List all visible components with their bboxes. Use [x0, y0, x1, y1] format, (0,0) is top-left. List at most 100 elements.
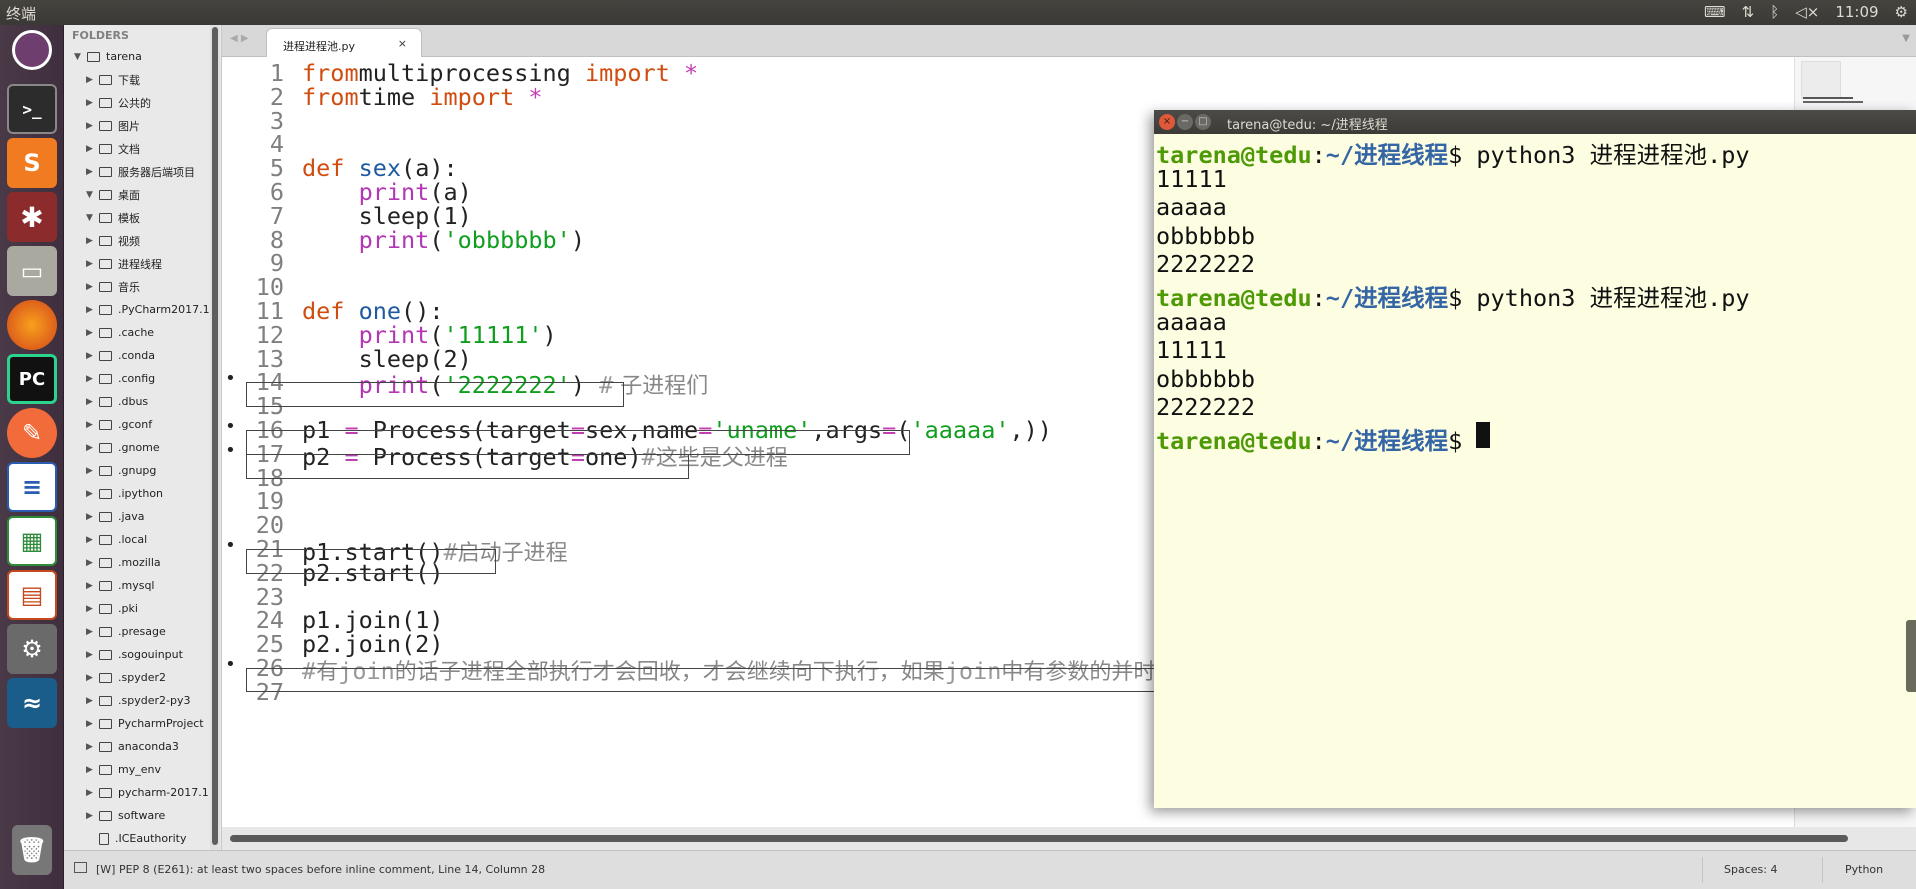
chevron-down-icon[interactable]: ▼ [86, 213, 97, 223]
sidebar-item[interactable]: ▶ PycharmProject [64, 712, 221, 735]
sidebar-item[interactable]: ▼ 桌面 [64, 183, 221, 206]
chevron-right-icon[interactable]: ▶ [86, 696, 97, 706]
horizontal-scroll-thumb[interactable] [230, 835, 1848, 842]
chevron-right-icon[interactable]: ▶ [86, 259, 97, 269]
sidebar-item[interactable]: ▶ .sogouinput [64, 643, 221, 666]
tab-nav-arrows[interactable]: ◀ ▶ [230, 33, 249, 44]
sublime-text-icon[interactable]: S [7, 138, 57, 188]
sidebar-item[interactable]: ▶ .java [64, 505, 221, 528]
chevron-right-icon[interactable]: ▶ [86, 443, 97, 453]
sidebar-item[interactable]: ▼ 模板 [64, 206, 221, 229]
volume-icon[interactable]: ◁× [1795, 3, 1819, 21]
chevron-right-icon[interactable]: ▶ [86, 489, 97, 499]
terminal-icon[interactable]: >_ [7, 84, 57, 134]
minimize-window-icon[interactable]: − [1177, 114, 1193, 130]
sidebar-item[interactable]: ▶ .dbus [64, 390, 221, 413]
panel-toggle-icon[interactable] [74, 862, 87, 873]
chevron-right-icon[interactable]: ▶ [86, 604, 97, 614]
maximize-window-icon[interactable]: □ [1195, 114, 1211, 130]
sidebar-item[interactable]: ▶ .gnupg [64, 459, 221, 482]
chevron-down-icon[interactable]: ▼ [86, 190, 97, 200]
sidebar-item[interactable]: ▶ 下载 [64, 68, 221, 91]
chevron-right-icon[interactable]: ▶ [86, 420, 97, 430]
files-icon[interactable]: ▭ [7, 246, 57, 296]
mysql-workbench-icon[interactable]: ≈ [7, 678, 57, 728]
firefox-icon[interactable] [7, 300, 57, 350]
sidebar-item[interactable]: ▶ anaconda3 [64, 735, 221, 758]
chevron-right-icon[interactable]: ▶ [86, 167, 97, 177]
chevron-down-icon[interactable]: ▼ [74, 52, 85, 62]
chevron-right-icon[interactable]: ▶ [86, 328, 97, 338]
sidebar-item[interactable]: ▶ pycharm-2017.1 [64, 781, 221, 804]
chevron-right-icon[interactable]: ▶ [86, 788, 97, 798]
pycharm-icon[interactable]: PC [7, 354, 57, 404]
syntax-setting[interactable]: Python [1845, 863, 1883, 876]
chevron-right-icon[interactable]: ▶ [86, 581, 97, 591]
chevron-right-icon[interactable]: ▶ [86, 98, 97, 108]
sidebar-item[interactable]: ▶ .spyder2 [64, 666, 221, 689]
chevron-right-icon[interactable]: ▶ [86, 811, 97, 821]
sidebar-item[interactable]: ▶ .local [64, 528, 221, 551]
chevron-right-icon[interactable]: ▶ [86, 236, 97, 246]
chevron-right-icon[interactable]: ▶ [86, 397, 97, 407]
chevron-right-icon[interactable]: ▶ [86, 673, 97, 683]
network-icon[interactable]: ⇅ [1742, 3, 1755, 21]
chevron-right-icon[interactable]: ▶ [86, 512, 97, 522]
sidebar-item[interactable]: ▶ .conda [64, 344, 221, 367]
sidebar-item[interactable]: ▶ 音乐 [64, 275, 221, 298]
impress-icon[interactable]: ▤ [7, 570, 57, 620]
chevron-right-icon[interactable]: ▶ [86, 466, 97, 476]
horizontal-scrollbar[interactable] [222, 827, 1916, 850]
keyboard-icon[interactable]: ⌨ [1704, 3, 1726, 21]
calc-icon[interactable]: ▦ [7, 516, 57, 566]
close-icon[interactable]: × [398, 37, 407, 50]
chevron-right-icon[interactable]: ▶ [86, 765, 97, 775]
chevron-right-icon[interactable]: ▶ [86, 75, 97, 85]
window-edge-handle[interactable] [1906, 620, 1916, 692]
sidebar-item[interactable]: ▶ .mysql [64, 574, 221, 597]
sidebar-item[interactable]: ▶ 文档 [64, 137, 221, 160]
chevron-right-icon[interactable]: ▶ [86, 650, 97, 660]
sidebar-item[interactable]: ▶ .gconf [64, 413, 221, 436]
chevron-right-icon[interactable]: ▶ [86, 627, 97, 637]
sidebar-item[interactable]: ▶ 服务器后端项目 [64, 160, 221, 183]
system-settings-icon[interactable]: ⚙ [7, 624, 57, 674]
chevron-right-icon[interactable]: ▶ [86, 282, 97, 292]
chevron-right-icon[interactable]: ▶ [86, 558, 97, 568]
chevron-right-icon[interactable]: ▶ [86, 374, 97, 384]
chevron-right-icon[interactable]: ▶ [86, 305, 97, 315]
sidebar-item[interactable]: ▶ .spyder2-py3 [64, 689, 221, 712]
chevron-right-icon[interactable]: ▶ [86, 351, 97, 361]
sidebar-item[interactable]: ▶ .cache [64, 321, 221, 344]
clock[interactable]: 11:09 [1835, 3, 1878, 21]
sidebar-item[interactable]: ▶ .gnome [64, 436, 221, 459]
sidebar-item[interactable]: ▶ .config [64, 367, 221, 390]
tab-active-file[interactable]: 进程进程池.py × [266, 28, 422, 57]
chevron-right-icon[interactable]: ▶ [86, 121, 97, 131]
settings-gear-icon[interactable]: ⚙ [1895, 3, 1908, 21]
sidebar-item[interactable]: ▶ .presage [64, 620, 221, 643]
sidebar-item[interactable]: ▶ 视频 [64, 229, 221, 252]
terminal-output[interactable]: tarena@tedu:~/进程线程$ python3 进程进程池.py 1111… [1154, 134, 1916, 808]
indentation-setting[interactable]: Spaces: 4 [1724, 863, 1777, 876]
sidebar-item[interactable]: ▶ .mozilla [64, 551, 221, 574]
trash-icon[interactable]: 🗑 [12, 825, 52, 875]
postman-icon[interactable]: ✎ [7, 408, 57, 458]
sidebar-item[interactable]: ▶ 公共的 [64, 91, 221, 114]
bluetooth-icon[interactable]: ᛒ [1770, 3, 1779, 21]
sidebar-scroll-thumb[interactable] [212, 27, 218, 845]
terminal-titlebar[interactable]: × − □ tarena@tedu: ~/进程线程 [1154, 110, 1916, 134]
sidebar-item[interactable]: ▶ .pki [64, 597, 221, 620]
close-window-icon[interactable]: × [1159, 114, 1175, 130]
ubuntu-logo-icon[interactable] [12, 30, 52, 70]
sidebar-item[interactable]: ▶ software [64, 804, 221, 827]
writer-icon[interactable]: ≡ [7, 462, 57, 512]
sidebar-scrollbar[interactable] [210, 25, 220, 850]
chevron-right-icon[interactable]: ▶ [86, 719, 97, 729]
sidebar-item[interactable]: ▶ 进程线程 [64, 252, 221, 275]
network-app-icon[interactable]: ✱ [7, 192, 57, 242]
terminal-window[interactable]: × − □ tarena@tedu: ~/进程线程 tarena@tedu:~/… [1154, 110, 1916, 808]
chevron-right-icon[interactable]: ▶ [86, 144, 97, 154]
chevron-right-icon[interactable]: ▶ [86, 535, 97, 545]
sidebar-item[interactable]: ▶ 图片 [64, 114, 221, 137]
